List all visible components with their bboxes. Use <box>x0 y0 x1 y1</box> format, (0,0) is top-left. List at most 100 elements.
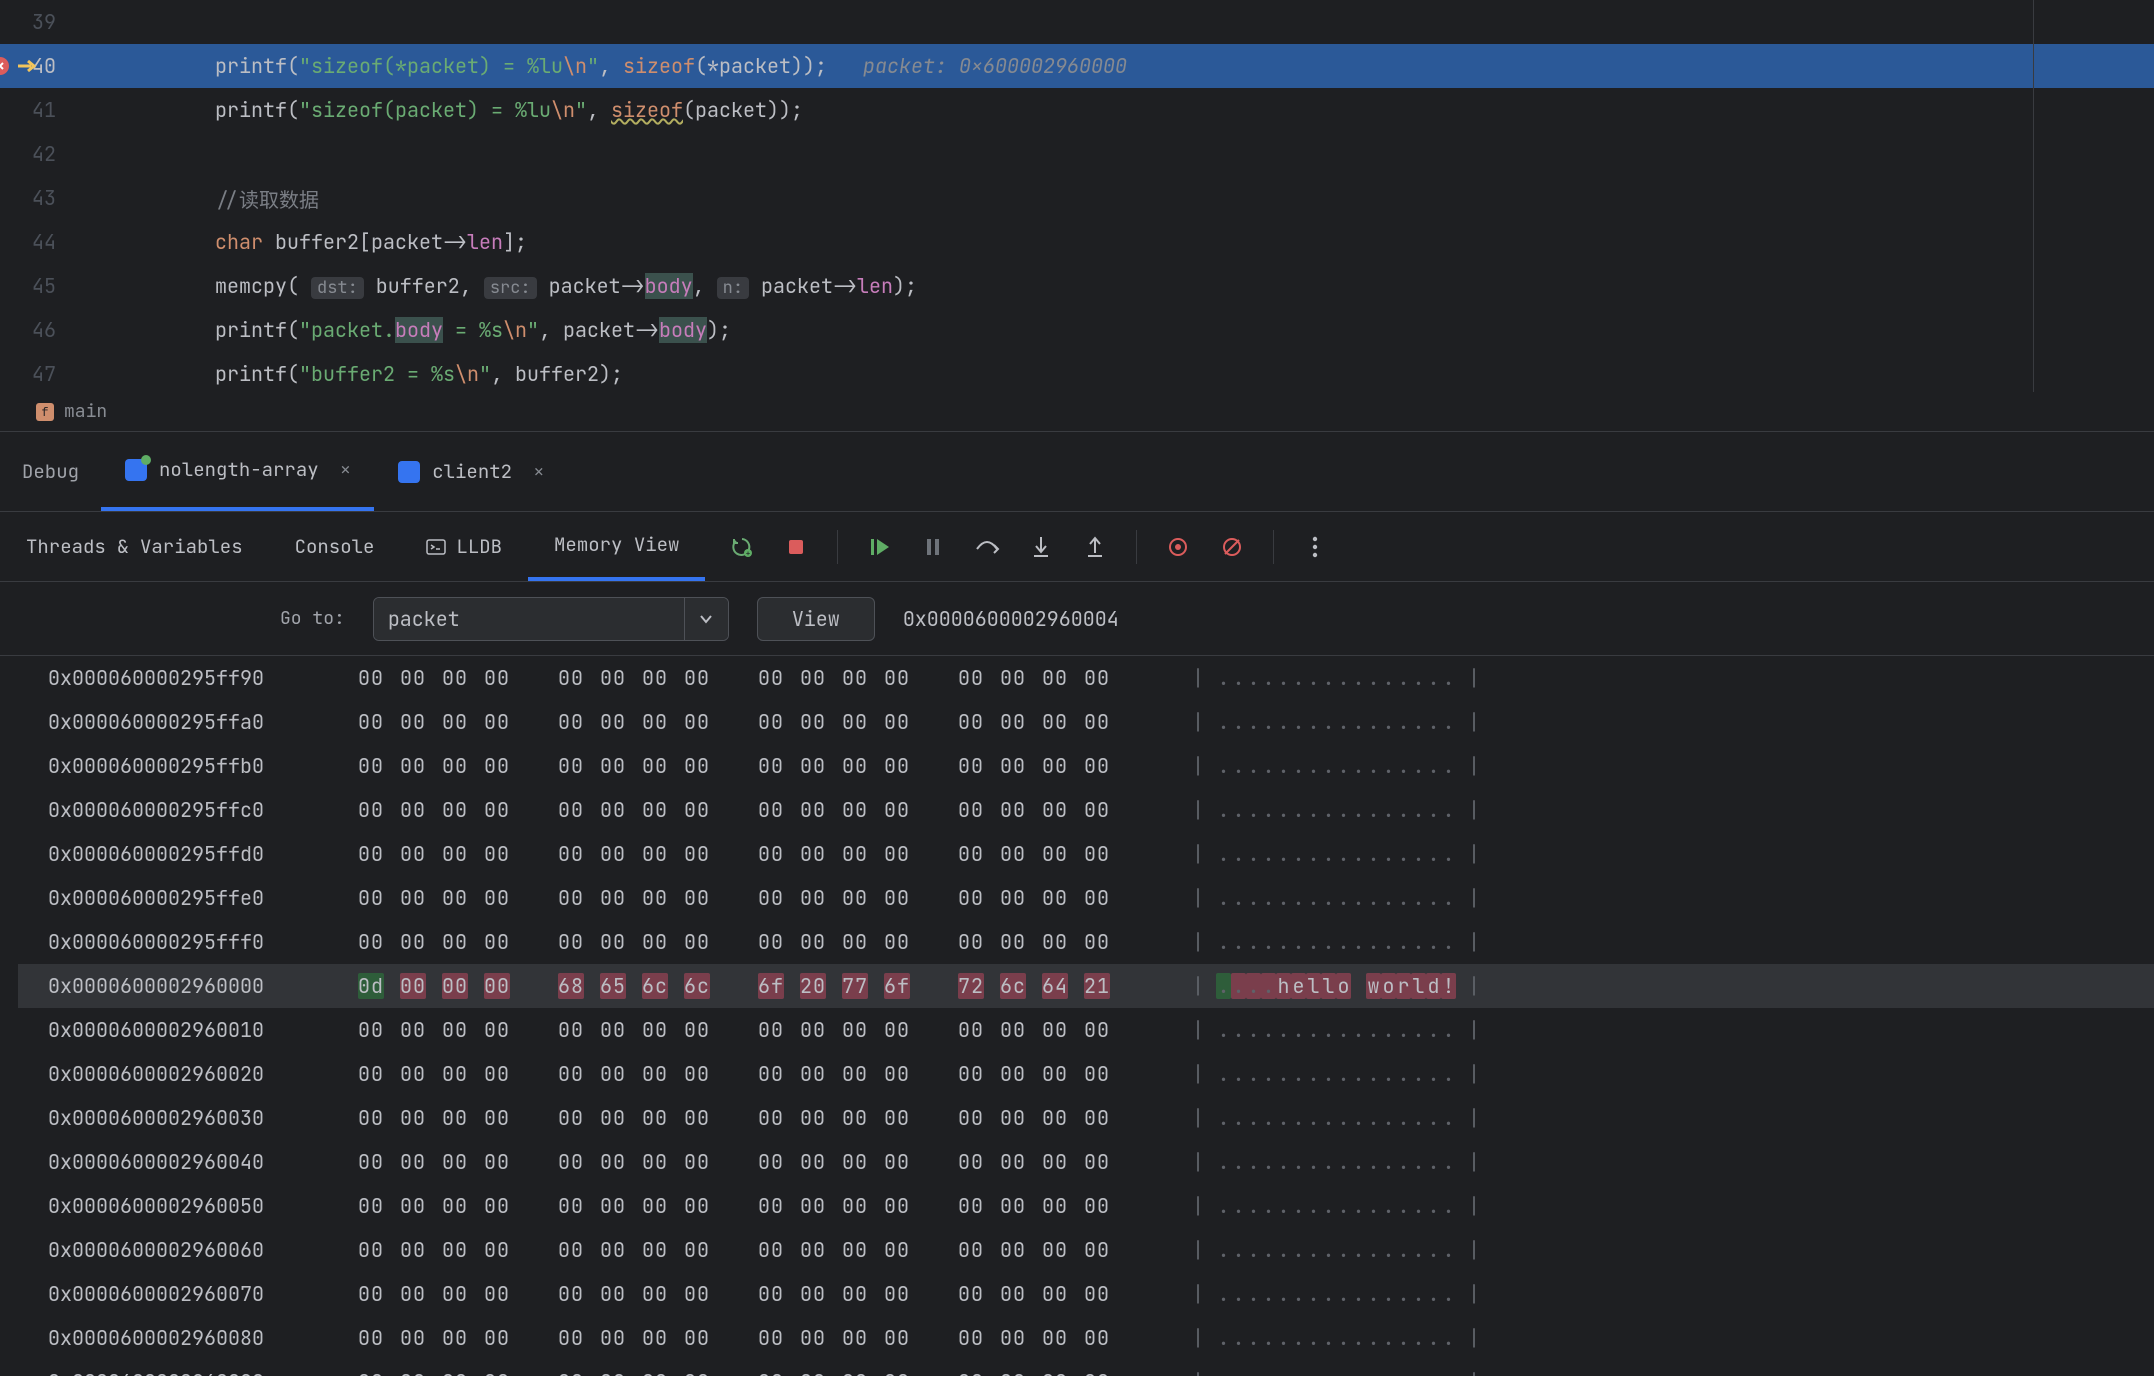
hex-byte[interactable]: 00 <box>1042 1281 1068 1307</box>
hex-byte[interactable]: 00 <box>958 1193 984 1219</box>
hex-byte[interactable]: 00 <box>800 1149 826 1175</box>
goto-address-field[interactable]: packet <box>373 597 729 641</box>
hex-byte[interactable]: 00 <box>484 841 510 867</box>
hex-byte[interactable]: 00 <box>600 1061 626 1087</box>
hex-byte[interactable]: 00 <box>684 1369 710 1376</box>
hex-byte[interactable]: 00 <box>800 665 826 691</box>
hex-byte[interactable]: 00 <box>842 1105 868 1131</box>
memory-row[interactable]: 0x00006000029600600000000000000000000000… <box>0 1228 2154 1272</box>
hex-byte[interactable]: 00 <box>884 709 910 735</box>
hex-byte[interactable]: 00 <box>400 709 426 735</box>
hex-byte[interactable]: 00 <box>484 665 510 691</box>
hex-byte[interactable]: 00 <box>400 929 426 955</box>
hex-byte[interactable]: 00 <box>442 1105 468 1131</box>
hex-byte[interactable]: 00 <box>684 841 710 867</box>
hex-byte[interactable]: 77 <box>842 973 868 999</box>
hex-byte[interactable]: 00 <box>1000 1061 1026 1087</box>
hex-byte[interactable]: 00 <box>558 1149 584 1175</box>
memory-row[interactable]: 0x00006000029600700000000000000000000000… <box>0 1272 2154 1316</box>
hex-byte[interactable]: 00 <box>558 797 584 823</box>
breakpoint-icon[interactable] <box>0 56 10 76</box>
hex-byte[interactable]: 00 <box>642 1325 668 1351</box>
hex-byte[interactable]: 00 <box>1084 1325 1110 1351</box>
hex-byte[interactable]: 00 <box>758 665 784 691</box>
hex-byte[interactable]: 00 <box>442 1237 468 1263</box>
hex-byte[interactable]: 00 <box>600 1281 626 1307</box>
hex-byte[interactable]: 00 <box>884 1281 910 1307</box>
hex-byte[interactable]: 00 <box>442 1017 468 1043</box>
hex-byte[interactable]: 00 <box>642 1281 668 1307</box>
hex-byte[interactable]: 00 <box>842 1193 868 1219</box>
hex-byte[interactable]: 00 <box>642 1017 668 1043</box>
hex-byte[interactable]: 00 <box>684 1325 710 1351</box>
hex-byte[interactable]: 00 <box>800 1281 826 1307</box>
hex-byte[interactable]: 00 <box>884 665 910 691</box>
tab-memory-view[interactable]: Memory View <box>528 512 705 581</box>
memory-row[interactable]: 0x00006000029600900000000000000000000000… <box>0 1360 2154 1376</box>
hex-byte[interactable]: 00 <box>484 1369 510 1376</box>
hex-byte[interactable]: 72 <box>958 973 984 999</box>
hex-byte[interactable]: 00 <box>400 1105 426 1131</box>
hex-byte[interactable]: 00 <box>400 1149 426 1175</box>
hex-byte[interactable]: 00 <box>358 1193 384 1219</box>
hex-byte[interactable]: 00 <box>1042 1237 1068 1263</box>
hex-byte[interactable]: 00 <box>442 665 468 691</box>
hex-byte[interactable]: 00 <box>1042 753 1068 779</box>
hex-byte[interactable]: 00 <box>442 1193 468 1219</box>
hex-byte[interactable]: 00 <box>558 709 584 735</box>
hex-byte[interactable]: 00 <box>758 1369 784 1376</box>
hex-byte[interactable]: 00 <box>1042 885 1068 911</box>
resume-button[interactable] <box>866 534 892 560</box>
hex-byte[interactable]: 00 <box>1084 665 1110 691</box>
hex-byte[interactable]: 00 <box>1084 841 1110 867</box>
hex-byte[interactable]: 00 <box>442 1149 468 1175</box>
hex-byte[interactable]: 00 <box>842 841 868 867</box>
hex-byte[interactable]: 00 <box>558 929 584 955</box>
memory-row[interactable]: 0x000060000295ffb00000000000000000000000… <box>0 744 2154 788</box>
hex-byte[interactable]: 00 <box>800 1237 826 1263</box>
hex-byte[interactable]: 00 <box>684 1237 710 1263</box>
hex-byte[interactable]: 00 <box>1084 1281 1110 1307</box>
memory-row[interactable]: 0x000060000295ffe00000000000000000000000… <box>0 876 2154 920</box>
hex-byte[interactable]: 00 <box>842 797 868 823</box>
hex-byte[interactable]: 00 <box>842 1237 868 1263</box>
hex-byte[interactable]: 00 <box>358 665 384 691</box>
hex-byte[interactable]: 00 <box>1042 1061 1068 1087</box>
hex-byte[interactable]: 00 <box>958 1237 984 1263</box>
hex-byte[interactable]: 00 <box>400 1017 426 1043</box>
hex-byte[interactable]: 00 <box>758 1017 784 1043</box>
hex-byte[interactable]: 00 <box>358 1281 384 1307</box>
mute-breakpoints-button[interactable] <box>1219 534 1245 560</box>
hex-byte[interactable]: 00 <box>800 1369 826 1376</box>
hex-byte[interactable]: 00 <box>1000 1237 1026 1263</box>
hex-byte[interactable]: 00 <box>1084 1061 1110 1087</box>
hex-byte[interactable]: 00 <box>842 1061 868 1087</box>
hex-byte[interactable]: 00 <box>558 1061 584 1087</box>
hex-byte[interactable]: 00 <box>400 665 426 691</box>
hex-byte[interactable]: 00 <box>758 1281 784 1307</box>
hex-byte[interactable]: 00 <box>800 1105 826 1131</box>
hex-byte[interactable]: 00 <box>642 753 668 779</box>
hex-byte[interactable]: 00 <box>484 885 510 911</box>
hex-byte[interactable]: 00 <box>1042 1017 1068 1043</box>
memory-row[interactable]: 0x000060000295ffd00000000000000000000000… <box>0 832 2154 876</box>
hex-byte[interactable]: 00 <box>358 1105 384 1131</box>
step-out-button[interactable] <box>1082 534 1108 560</box>
hex-byte[interactable]: 00 <box>758 1105 784 1131</box>
hex-byte[interactable]: 00 <box>484 929 510 955</box>
hex-byte[interactable]: 00 <box>884 1325 910 1351</box>
hex-byte[interactable]: 00 <box>558 841 584 867</box>
memory-hex-view[interactable]: 0x000060000295ff900000000000000000000000… <box>0 656 2154 1376</box>
hex-byte[interactable]: 00 <box>400 1193 426 1219</box>
hex-byte[interactable]: 00 <box>642 929 668 955</box>
hex-byte[interactable]: 00 <box>800 753 826 779</box>
hex-byte[interactable]: 00 <box>358 885 384 911</box>
hex-byte[interactable]: 6c <box>684 973 710 999</box>
hex-byte[interactable]: 00 <box>684 1105 710 1131</box>
hex-byte[interactable]: 00 <box>358 1149 384 1175</box>
hex-byte[interactable]: 00 <box>358 709 384 735</box>
hex-byte[interactable]: 00 <box>958 1105 984 1131</box>
hex-byte[interactable]: 00 <box>958 929 984 955</box>
memory-row[interactable]: 0x000060000295ffc00000000000000000000000… <box>0 788 2154 832</box>
hex-byte[interactable]: 00 <box>884 1237 910 1263</box>
